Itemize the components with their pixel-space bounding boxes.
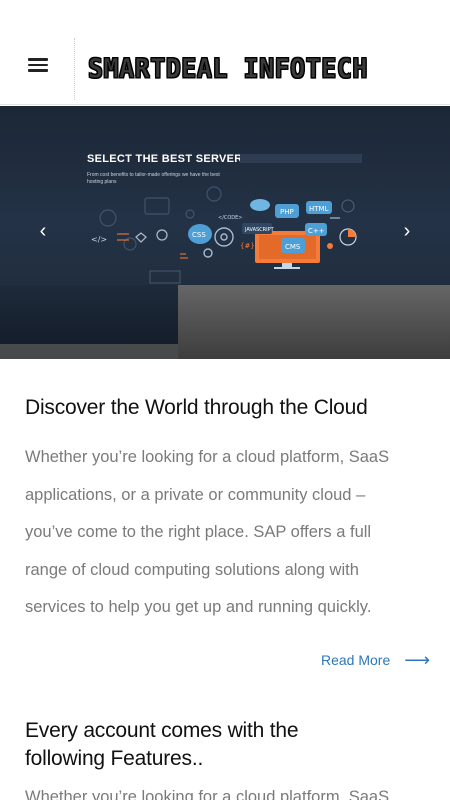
slide-subtitle: From cost benefits to tailor-made offeri…: [87, 172, 220, 185]
arrow-right-icon: ⟶: [404, 650, 431, 670]
slide-title: SELECT THE BEST SERVER: [87, 153, 243, 165]
monitor-icon: [144, 197, 170, 215]
gear-icon: [99, 209, 117, 227]
features-heading-line: following Features..: [25, 747, 204, 770]
paragraph-line: range of cloud computing solutions along…: [25, 560, 359, 579]
site-logo[interactable]: SMARTDEAL INFOTECH: [88, 51, 368, 85]
features-paragraph: Whether you’re looking for a cloud platf…: [25, 788, 390, 800]
css-cloud-icon: CSS: [188, 224, 212, 244]
paragraph-line: Whether you’re looking for a cloud platf…: [25, 448, 390, 466]
slide-title-bar: [240, 154, 362, 163]
site-header: SMARTDEAL INFOTECH: [0, 0, 450, 105]
read-more-label: Read More: [321, 652, 391, 668]
svg-text:HTML: HTML: [309, 205, 329, 213]
section-paragraph: Whether you’re looking for a cloud platf…: [25, 439, 425, 627]
cog-icon: [206, 186, 222, 202]
features-heading: Every account comes with the following F…: [25, 717, 425, 773]
svg-text:JAVASCRIPT: JAVASCRIPT: [244, 227, 275, 233]
header-divider: [74, 38, 75, 100]
svg-text:C++: C++: [308, 227, 325, 235]
svg-text:PHP: PHP: [280, 208, 294, 216]
paragraph-line: services to help you get up and running …: [25, 598, 372, 616]
hero-slider: CSS PHP HTML CMS C++ JAVASCRIPT </> {#} …: [0, 106, 450, 359]
svg-text:</>: </>: [91, 235, 107, 244]
hero-illustration: CSS PHP HTML CMS C++ JAVASCRIPT </> {#} …: [91, 186, 357, 284]
svg-text:CMS: CMS: [285, 243, 301, 251]
svg-text:{#}: {#}: [240, 242, 255, 250]
logo-text: SMARTDEAL INFOTECH: [88, 52, 368, 84]
paragraph-line: you’ve come to the right place. SAP offe…: [25, 523, 372, 541]
features-heading-line: Every account comes with the: [25, 719, 299, 742]
chevron-left-icon[interactable]: ‹: [34, 221, 52, 241]
paragraph-line: applications, or a private or community …: [25, 485, 366, 504]
hamburger-menu-icon[interactable]: [28, 58, 48, 74]
section-heading: Discover the World through the Cloud: [25, 396, 368, 419]
svg-text:CSS: CSS: [192, 231, 206, 239]
svg-text:</CODE>: </CODE>: [218, 215, 243, 221]
chevron-right-icon[interactable]: ›: [398, 221, 416, 241]
read-more-link[interactable]: Read More ⟶: [321, 650, 431, 670]
diamond-icon: [135, 232, 147, 243]
